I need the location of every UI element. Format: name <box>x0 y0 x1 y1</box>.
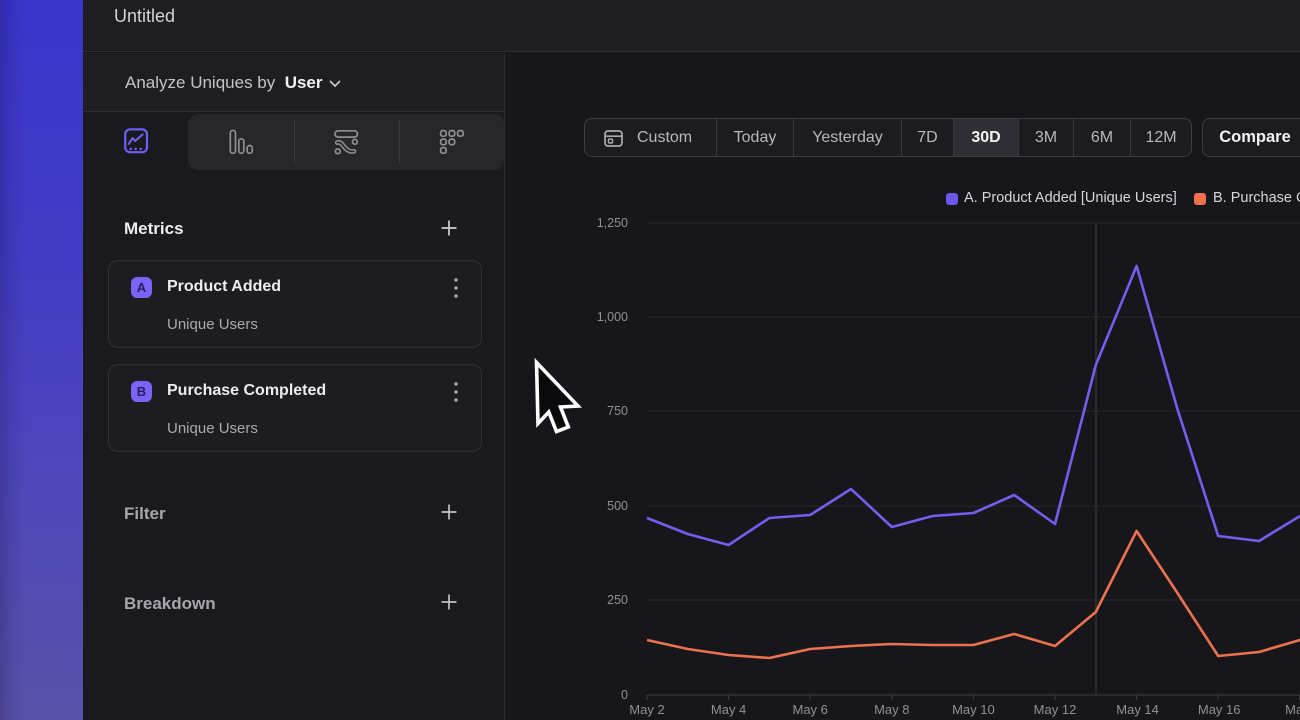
svg-text:1,250: 1,250 <box>597 216 628 230</box>
svg-text:May 6: May 6 <box>792 702 827 717</box>
svg-text:1,000: 1,000 <box>597 310 628 324</box>
svg-text:0: 0 <box>621 688 628 702</box>
svg-text:750: 750 <box>607 404 628 418</box>
svg-text:May 10: May 10 <box>952 702 995 717</box>
svg-text:May 14: May 14 <box>1116 702 1159 717</box>
svg-text:May 8: May 8 <box>874 702 909 717</box>
svg-text:May 18: May 18 <box>1285 702 1300 717</box>
svg-text:250: 250 <box>607 593 628 607</box>
svg-text:500: 500 <box>607 499 628 513</box>
svg-text:May 4: May 4 <box>711 702 746 717</box>
svg-text:May 16: May 16 <box>1198 702 1241 717</box>
svg-text:May 2: May 2 <box>629 702 664 717</box>
svg-text:May 12: May 12 <box>1034 702 1077 717</box>
